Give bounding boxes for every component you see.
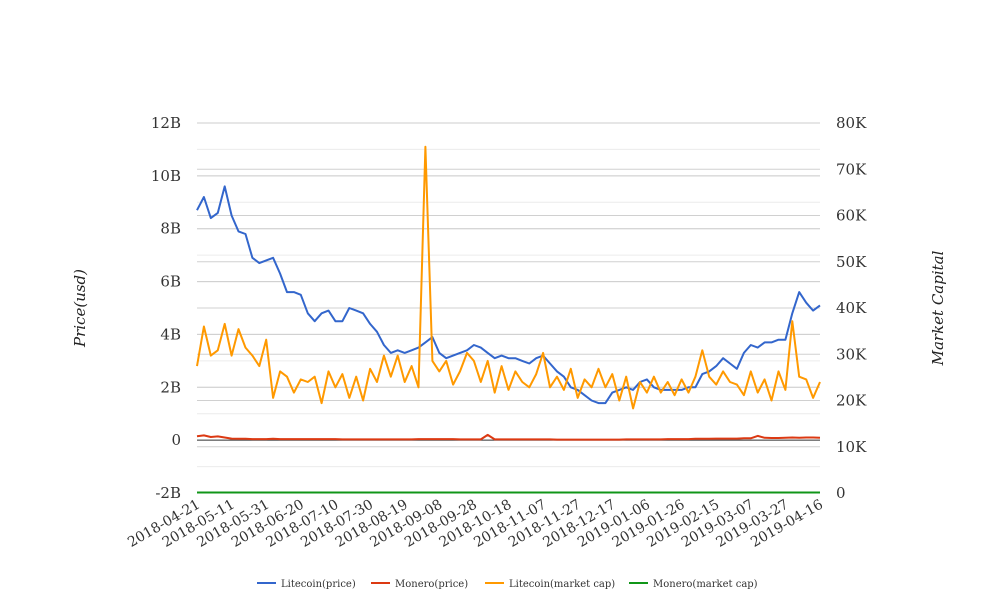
legend-label: Litecoin(market cap) <box>509 579 615 590</box>
series-line-litecoin-market-cap <box>196 145 821 410</box>
right-tick-label: 80K <box>836 114 867 132</box>
left-tick-label: 10B <box>151 167 181 185</box>
left-tick-label: 8B <box>160 220 181 238</box>
left-tick-label: 2B <box>160 378 181 396</box>
left-tick-label: 12B <box>151 114 181 132</box>
right-tick-label: 10K <box>836 438 867 456</box>
right-tick-label: 30K <box>836 345 867 363</box>
right-tick-label: 70K <box>836 160 867 178</box>
x-axis-ticks: 2018-04-212018-05-112018-05-312018-06-20… <box>125 497 826 551</box>
series-lines <box>196 145 821 494</box>
left-axis-ticks: -2B 0 2B 4B 6B 8B 10B 12B <box>151 114 181 502</box>
legend: Litecoin(price) Monero(price) Litecoin(mar… <box>257 579 758 590</box>
right-tick-label: 40K <box>836 299 867 317</box>
legend-label: Monero(market cap) <box>653 579 758 590</box>
right-tick-label: 50K <box>836 253 867 271</box>
left-axis-label: Price(usd) <box>71 269 89 348</box>
left-tick-label: -2B <box>155 484 181 502</box>
dual-axis-line-chart: -2B 0 2B 4B 6B 8B 10B 12B 0 10K 20K 30K 40K 50K 60K 70… <box>71 114 947 590</box>
series-line-litecoin-price <box>196 185 821 405</box>
left-tick-label: 0 <box>171 431 181 449</box>
right-tick-label: 20K <box>836 392 867 410</box>
series-line-monero-price <box>196 433 821 441</box>
right-axis-ticks: 0 10K 20K 30K 40K 50K 60K 70K 80K <box>836 114 867 502</box>
left-tick-label: 6B <box>160 273 181 291</box>
right-tick-label: 60K <box>836 207 867 225</box>
right-tick-label: 0 <box>836 484 846 502</box>
right-axis-label: Market Capital <box>929 250 947 366</box>
gridlines <box>197 122 820 494</box>
legend-label: Monero(price) <box>395 579 468 590</box>
left-tick-label: 4B <box>160 325 181 343</box>
legend-label: Litecoin(price) <box>281 579 356 590</box>
